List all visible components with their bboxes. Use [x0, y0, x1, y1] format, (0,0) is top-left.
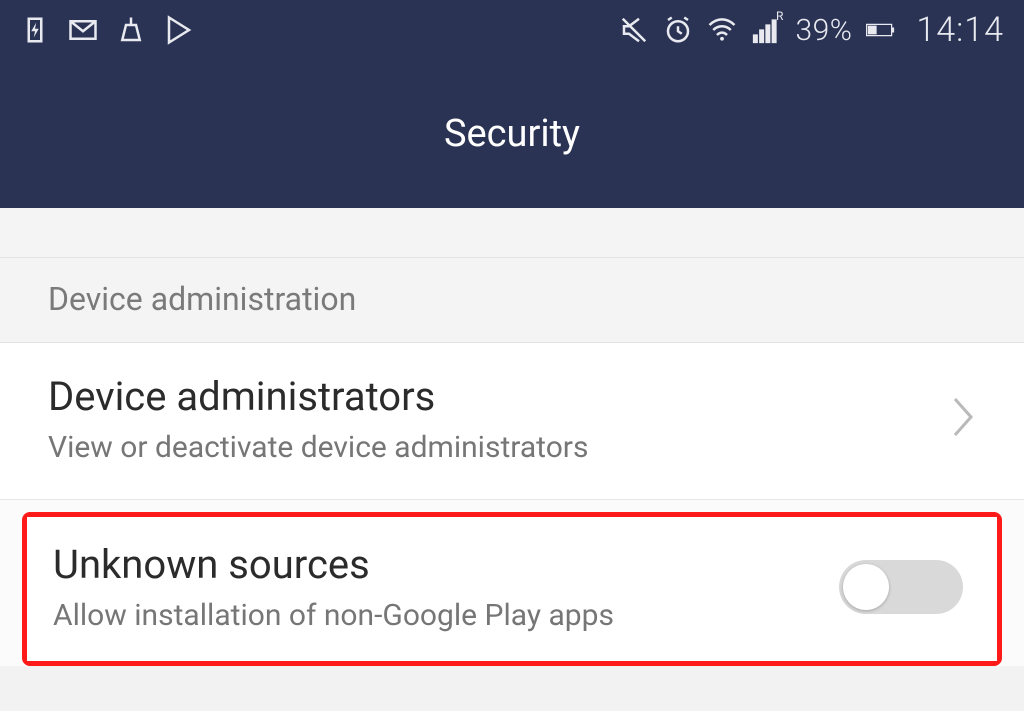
row-title: Unknown sources [53, 541, 614, 588]
gmail-icon [68, 15, 98, 45]
row-unknown-sources[interactable]: Unknown sources Allow installation of no… [27, 517, 997, 661]
row-subtitle: View or deactivate device administrators [48, 430, 588, 465]
status-left-icons [20, 15, 194, 45]
roaming-label: R [776, 9, 783, 23]
status-bar: R 39% 14:14 [0, 0, 1024, 60]
toggle-knob [843, 564, 889, 610]
clock: 14:14 [916, 10, 1004, 50]
chevron-right-icon [950, 395, 976, 443]
battery-percent: 39% [795, 13, 852, 48]
row-subtitle: Allow installation of non-Google Play ap… [53, 598, 614, 633]
cleaner-icon [116, 15, 146, 45]
toggle-unknown-sources[interactable] [839, 560, 963, 614]
section-header-device-administration: Device administration [0, 258, 1024, 343]
battery-charging-icon [20, 15, 50, 45]
mute-icon [619, 15, 649, 45]
status-right-icons: R 39% 14:14 [619, 10, 1004, 50]
battery-icon [866, 15, 896, 45]
content-area: Device administration Device administrat… [0, 208, 1024, 666]
row-device-administrators[interactable]: Device administrators View or deactivate… [0, 343, 1024, 500]
alarm-icon [663, 15, 693, 45]
top-gap [0, 208, 1024, 258]
highlight-unknown-sources: Unknown sources Allow installation of no… [22, 512, 1002, 666]
signal-icon: R [751, 15, 781, 45]
wifi-icon [707, 15, 737, 45]
play-store-icon [164, 15, 194, 45]
page-title: Security [444, 112, 580, 156]
row-title: Device administrators [48, 373, 588, 420]
app-header: Security [0, 60, 1024, 208]
